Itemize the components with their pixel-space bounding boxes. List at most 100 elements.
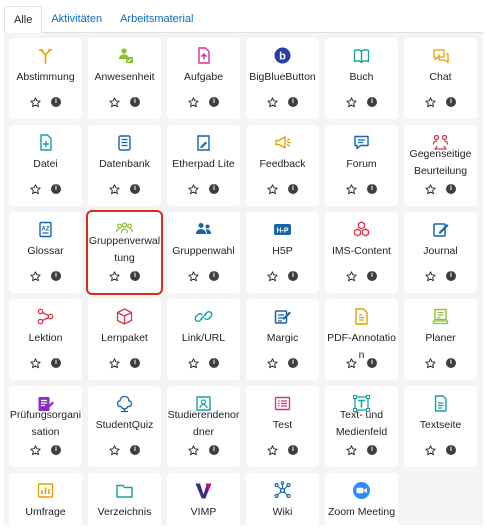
info-icon[interactable]: i [130,358,140,368]
module-tile-etherpad[interactable]: Etherpad Lite i [167,125,240,206]
info-icon[interactable]: i [130,445,140,455]
info-icon[interactable]: i [446,271,456,281]
info-icon[interactable]: i [288,358,298,368]
module-tile-bigbluebutton[interactable]: b BigBlueButton i [246,38,319,119]
tab-aktivitaeten[interactable]: Aktivitäten [42,6,111,33]
star-icon[interactable] [30,97,41,108]
module-tile-zoom[interactable]: Zoom Meetingi [325,473,398,529]
info-icon[interactable]: i [367,358,377,368]
star-icon[interactable] [425,445,436,456]
info-icon[interactable]: i [209,97,219,107]
star-icon[interactable] [30,271,41,282]
module-tile-choice[interactable]: Abstimmung i [9,38,82,119]
info-icon[interactable]: i [288,445,298,455]
module-tile-book[interactable]: Buch i [325,38,398,119]
info-icon[interactable]: i [288,271,298,281]
module-tile-student-folder[interactable]: Studierendenordner i [167,386,240,467]
module-tile-h5p[interactable]: H-P H5P i [246,212,319,293]
info-icon[interactable]: i [367,445,377,455]
module-tile-journal[interactable]: Journal i [404,212,477,293]
star-icon[interactable] [346,184,357,195]
module-tile-file[interactable]: Datei i [9,125,82,206]
star-icon[interactable] [188,184,199,195]
info-icon[interactable]: i [209,358,219,368]
tab-alle[interactable]: Alle [4,6,43,33]
info-icon[interactable]: i [51,97,61,107]
info-icon[interactable]: i [130,271,140,281]
module-tile-lesson[interactable]: Lektion i [9,299,82,380]
info-icon[interactable]: i [51,445,61,455]
star-icon[interactable] [267,271,278,282]
module-tile-page[interactable]: Textseite i [404,386,477,467]
star-icon[interactable] [346,97,357,108]
tab-arbeitsmaterial[interactable]: Arbeitsmaterial [111,6,202,33]
star-icon[interactable] [109,445,120,456]
module-tile-pdf-annotation[interactable]: PDF-Annotation i [325,299,398,380]
info-icon[interactable]: i [446,358,456,368]
page-icon [431,394,450,413]
star-icon[interactable] [425,358,436,369]
info-icon[interactable]: i [130,97,140,107]
info-icon[interactable]: i [209,271,219,281]
star-icon[interactable] [109,358,120,369]
module-tile-survey[interactable]: Umfragei [9,473,82,529]
star-icon[interactable] [346,358,357,369]
star-icon[interactable] [346,271,357,282]
info-icon[interactable]: i [288,184,298,194]
module-tile-assignment[interactable]: Aufgabe i [167,38,240,119]
module-tile-group-choice[interactable]: Gruppenwahl i [167,212,240,293]
module-tile-database[interactable]: Datenbank i [88,125,161,206]
star-icon[interactable] [425,184,436,195]
star-icon[interactable] [188,445,199,456]
module-tile-wiki[interactable]: Wikii [246,473,319,529]
module-tile-scorm-package[interactable]: Lernpaket i [88,299,161,380]
star-icon[interactable] [188,97,199,108]
module-tile-forum[interactable]: Forum i [325,125,398,206]
star-icon[interactable] [188,271,199,282]
star-icon[interactable] [30,184,41,195]
info-icon[interactable]: i [446,445,456,455]
info-icon[interactable]: i [51,271,61,281]
info-icon[interactable]: i [446,184,456,194]
info-icon[interactable]: i [446,97,456,107]
module-tile-group-management[interactable]: Gruppenverwaltung i [86,210,163,295]
star-icon[interactable] [109,97,120,108]
info-icon[interactable]: i [209,445,219,455]
module-tile-text-media[interactable]: Text- und Medienfeld i [325,386,398,467]
info-icon[interactable]: i [367,271,377,281]
module-tile-ims-content[interactable]: IMS-Content i [325,212,398,293]
module-tile-feedback[interactable]: Feedback i [246,125,319,206]
info-icon[interactable]: i [367,184,377,194]
info-icon[interactable]: i [51,184,61,194]
star-icon[interactable] [30,445,41,456]
star-icon[interactable] [346,445,357,456]
star-icon[interactable] [30,358,41,369]
star-icon[interactable] [109,271,120,282]
module-tile-vimp[interactable]: VIMPi [167,473,240,529]
star-icon[interactable] [267,358,278,369]
module-tile-margic[interactable]: Margic i [246,299,319,380]
info-icon[interactable]: i [367,97,377,107]
info-icon[interactable]: i [51,358,61,368]
module-tile-quiz[interactable]: Test i [246,386,319,467]
module-tile-workshop[interactable]: Gegenseitige Beurteilung i [404,125,477,206]
info-icon[interactable]: i [209,184,219,194]
module-tile-folder[interactable]: Verzeichnisi [88,473,161,529]
star-icon[interactable] [109,184,120,195]
module-tile-planner[interactable]: Planer i [404,299,477,380]
module-tile-url-link[interactable]: Link/URL i [167,299,240,380]
star-icon[interactable] [267,184,278,195]
star-icon[interactable] [267,97,278,108]
star-icon[interactable] [425,271,436,282]
module-tile-exam-organisation[interactable]: Prüfungsorganisation i [9,386,82,467]
module-tile-glossary[interactable]: AZ Glossar i [9,212,82,293]
module-tile-attendance[interactable]: Anwesenheit i [88,38,161,119]
info-icon[interactable]: i [130,184,140,194]
info-icon[interactable]: i [288,97,298,107]
module-tile-studentquiz[interactable]: StudentQuiz i [88,386,161,467]
star-icon[interactable] [188,358,199,369]
module-grid: Abstimmung i Anwesenheit i Aufgabe i b BigBlueB… [4,33,483,529]
star-icon[interactable] [267,445,278,456]
star-icon[interactable] [425,97,436,108]
module-tile-chat[interactable]: Chat i [404,38,477,119]
